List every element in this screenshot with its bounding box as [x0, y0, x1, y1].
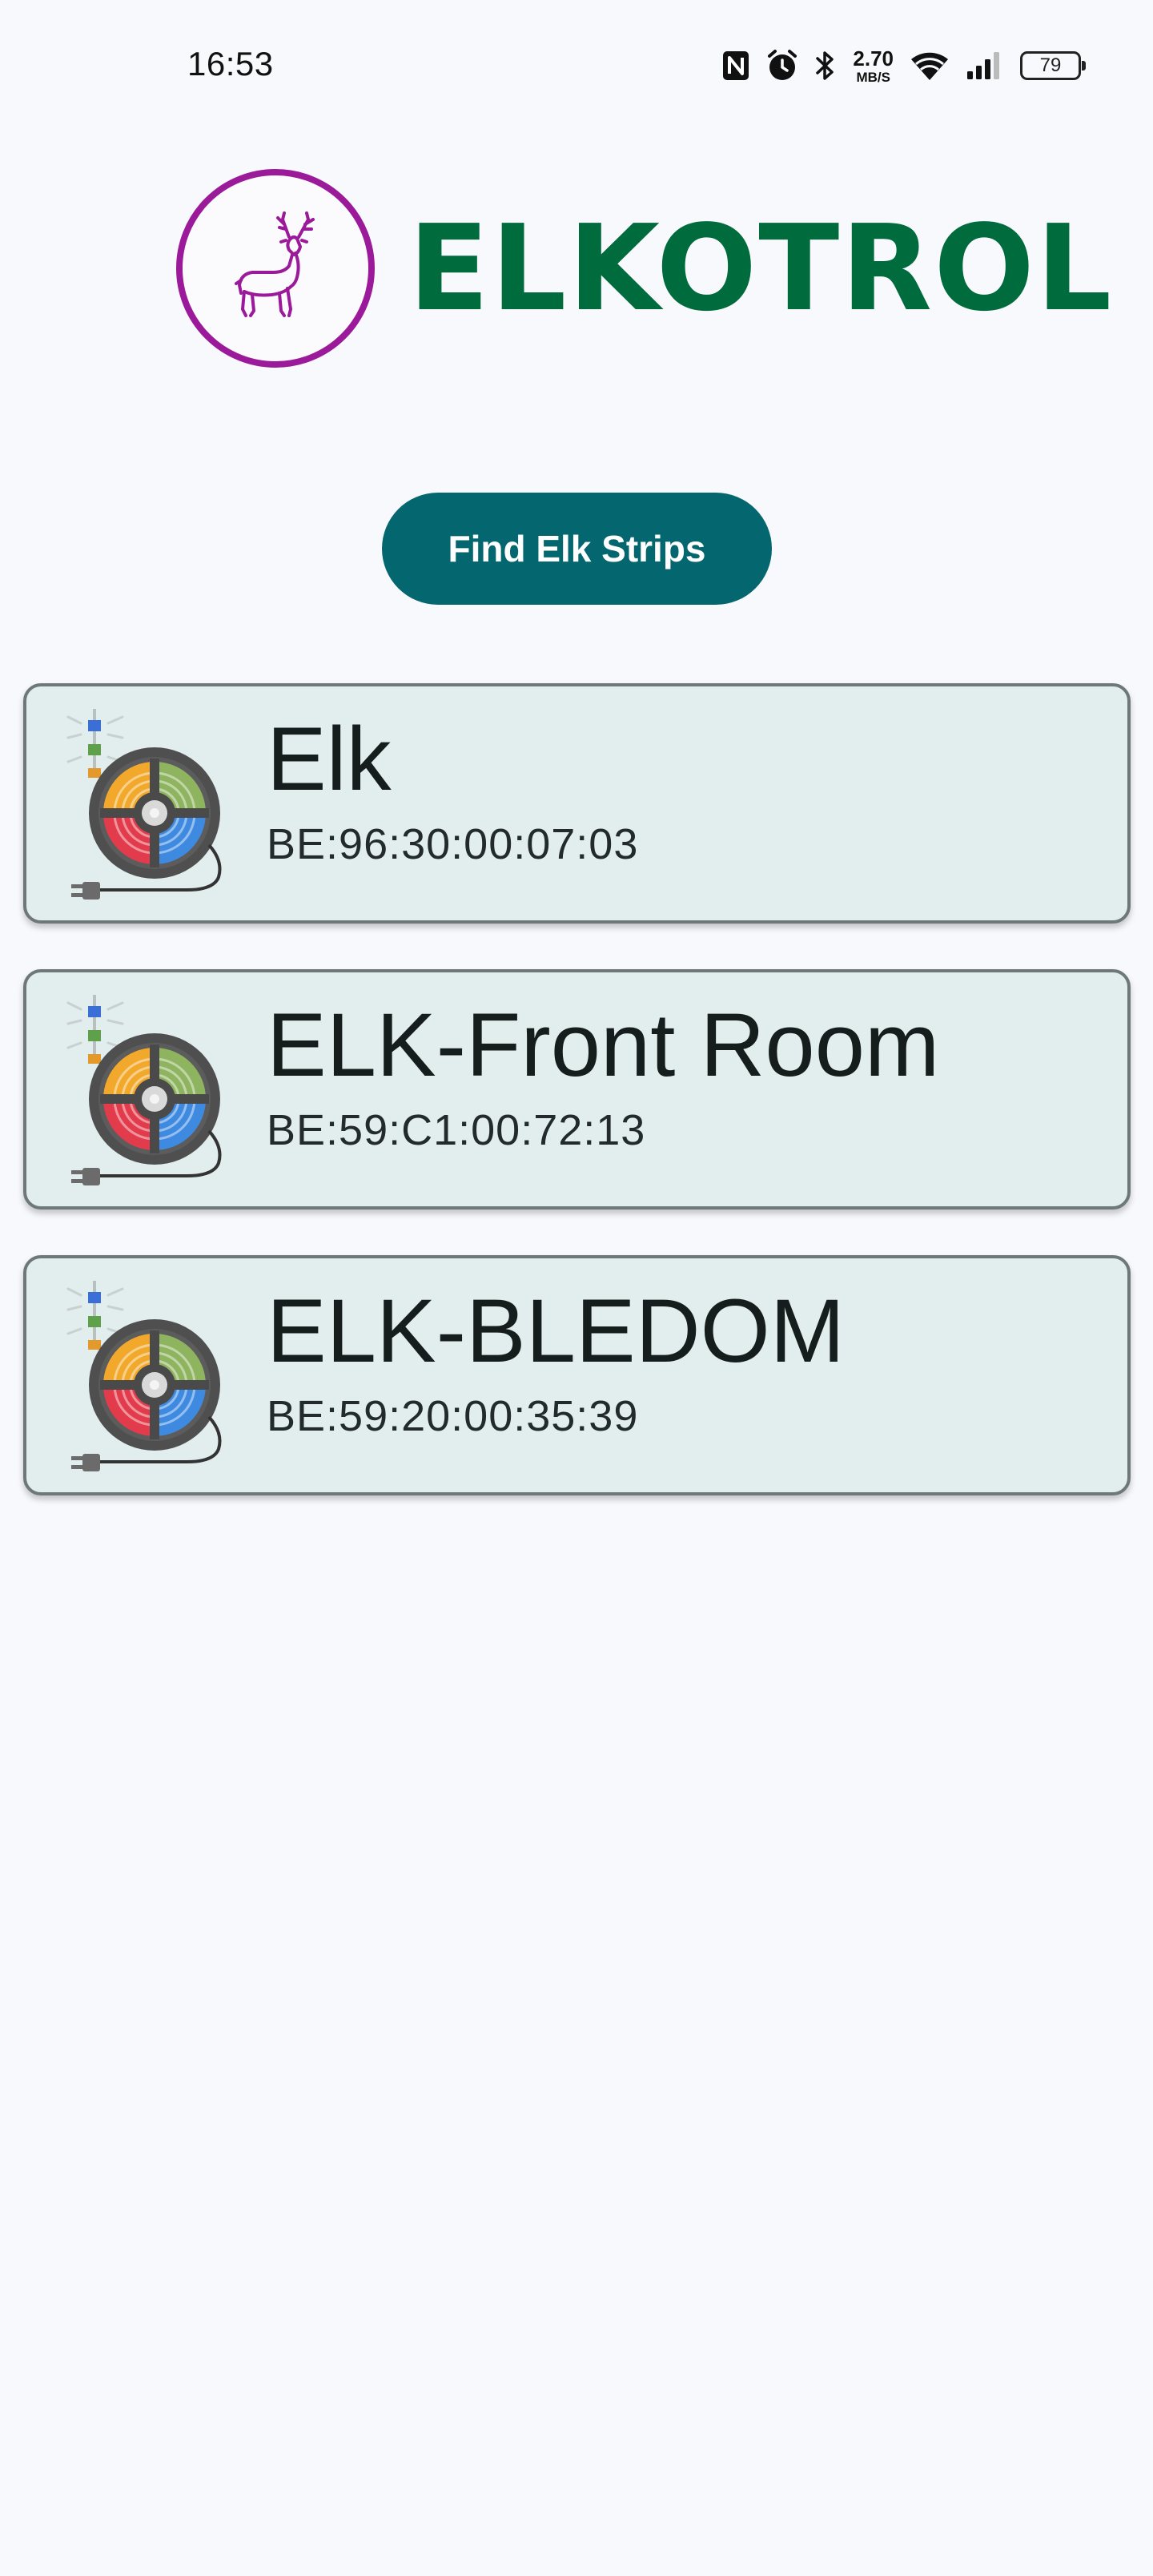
- network-speed-value: 2.70: [853, 46, 894, 70]
- device-card-elk-front-room[interactable]: ELK-Front Room BE:59:C1:00:72:13: [23, 969, 1131, 1210]
- device-list: Elk BE:96:30:00:07:03 ELK-Front Room BE:…: [23, 683, 1131, 1541]
- led-strip-reel-icon: [66, 1281, 227, 1473]
- bluetooth-icon: [814, 49, 837, 83]
- app-title: ELKOTROL: [408, 199, 1114, 337]
- nfc-icon: [721, 50, 750, 82]
- signal-icon: [966, 50, 1004, 81]
- device-name: ELK-Front Room: [267, 995, 940, 1095]
- status-time: 16:53: [187, 45, 274, 83]
- device-card-elk-bledom[interactable]: ELK-BLEDOM BE:59:20:00:35:39: [23, 1255, 1131, 1495]
- led-strip-reel-icon: [66, 709, 227, 901]
- device-card-elk[interactable]: Elk BE:96:30:00:07:03: [23, 683, 1131, 924]
- battery-icon: 79: [1020, 51, 1086, 80]
- find-elk-strips-button[interactable]: Find Elk Strips: [382, 493, 772, 605]
- device-mac-address: BE:59:C1:00:72:13: [267, 1105, 646, 1154]
- device-info: Elk BE:96:30:00:07:03: [267, 712, 638, 869]
- wifi-icon: [910, 50, 950, 82]
- network-speed-unit: MB/S: [856, 69, 890, 85]
- status-icons: 2.70 MB/S 79: [721, 43, 1086, 88]
- device-info: ELK-Front Room BE:59:C1:00:72:13: [267, 998, 939, 1155]
- alarm-icon: [766, 49, 798, 83]
- battery-level: 79: [1039, 54, 1062, 76]
- device-info: ELK-BLEDOM BE:59:20:00:35:39: [267, 1284, 845, 1441]
- elk-icon: [176, 169, 375, 368]
- device-mac-address: BE:59:20:00:35:39: [267, 1391, 639, 1440]
- network-speed: 2.70 MB/S: [853, 48, 894, 84]
- app-header: ELKOTROL: [176, 167, 1113, 370]
- device-name: Elk: [267, 709, 392, 809]
- led-strip-reel-icon: [66, 995, 227, 1187]
- device-name: ELK-BLEDOM: [267, 1281, 845, 1381]
- status-bar: 16:53 2.70 MB/S 79: [0, 0, 1153, 128]
- device-mac-address: BE:96:30:00:07:03: [267, 819, 639, 868]
